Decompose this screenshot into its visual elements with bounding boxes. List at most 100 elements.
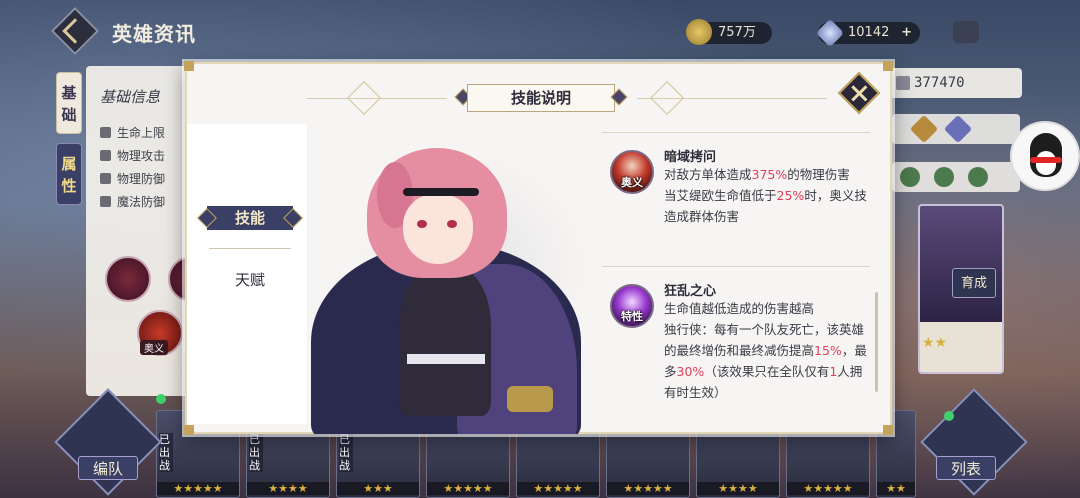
- tab-talent[interactable]: 天赋: [207, 268, 293, 292]
- roster-stars: ★★★: [337, 482, 419, 495]
- combat-power: 377470: [890, 68, 1022, 98]
- deco-diamond: [650, 81, 684, 115]
- roster-stars: ★★★★★: [787, 482, 869, 495]
- tab-divider: [209, 248, 291, 249]
- upgrade-button[interactable]: 育成: [952, 268, 996, 298]
- stat-attack: 物理攻击: [100, 147, 165, 164]
- gem-counter: 10142 +: [815, 18, 920, 48]
- hero-outfit: [399, 266, 491, 416]
- desc-text: 生命值越低造成的伤害越高: [664, 301, 815, 316]
- equip-icon: [900, 167, 920, 187]
- shield-icon: [100, 173, 111, 184]
- ultimate-tag: 奥义: [140, 340, 168, 355]
- close-icon[interactable]: [837, 71, 881, 115]
- desc-highlight: 15%: [814, 343, 842, 358]
- corner-ornament: [883, 425, 893, 435]
- stat-hp: 生命上限: [100, 124, 165, 141]
- team-formation-button[interactable]: 编队: [78, 456, 138, 480]
- chat-icon[interactable]: [953, 21, 979, 43]
- skill-description: 生命值越低造成的伤害越高 独行侠：每有一个队友死亡，该英雄的最终增伤和最终减伤提…: [664, 298, 868, 403]
- back-arrow-icon: [62, 18, 88, 44]
- page-title: 英雄资讯: [112, 22, 196, 46]
- gem-amount: 10142: [848, 25, 890, 40]
- roster-stars: ★★★★★: [607, 482, 689, 495]
- roster-stars: ★★★★: [247, 482, 329, 495]
- hero-belt: [407, 354, 485, 364]
- gold-counter: 757万: [686, 19, 772, 45]
- add-gems-button[interactable]: +: [901, 22, 912, 44]
- skill-description-dialog: 技能说明 技能 天赋 奥义 暗域拷问 对敌方单体造成375%的物理伤害 当艾缇欧…: [184, 61, 893, 435]
- roster-stars: ★★★★★: [157, 482, 239, 495]
- hero-card-stars: ★★: [922, 335, 948, 351]
- dialog-title: 技能说明: [467, 84, 615, 112]
- stat-label: 物理防御: [117, 172, 166, 186]
- skill-entry-trait: 特性 狂乱之心 生命值越低造成的伤害越高 独行侠：每有一个队友死亡，该英雄的最终…: [602, 278, 870, 428]
- skill-name: 狂乱之心: [664, 284, 717, 299]
- gem-icon: [815, 18, 845, 48]
- desc-text: 对敌方单体造成: [664, 167, 752, 182]
- rune-row-1[interactable]: [892, 114, 1020, 144]
- notification-dot: [944, 411, 954, 421]
- tab-attributes[interactable]: 属性: [56, 143, 82, 205]
- book-icon: [934, 167, 954, 187]
- corner-ornament: [184, 61, 194, 71]
- roster-stars: ★★★★★: [427, 482, 509, 495]
- divider: [602, 132, 870, 133]
- basic-info-title: 基础信息: [100, 88, 161, 106]
- deployed-badge: 已出战: [339, 433, 353, 472]
- sword-icon: [100, 150, 111, 161]
- magic-shield-icon: [100, 196, 111, 207]
- list-button[interactable]: 列表: [936, 456, 996, 480]
- hero-artwork: [307, 124, 597, 434]
- hero-eye: [447, 220, 457, 228]
- qq-penguin-icon[interactable]: [1010, 121, 1080, 191]
- desc-text: 当艾缇欧生命值低于: [664, 188, 777, 203]
- gold-amount: 757万: [718, 25, 756, 40]
- tab-basic[interactable]: 基础: [56, 72, 82, 134]
- desc-text: 的物理伤害: [787, 167, 850, 182]
- skill-name: 暗域拷问: [664, 150, 717, 165]
- dialog-title-frame: 技能说明: [454, 82, 628, 114]
- power-icon: [896, 76, 910, 90]
- divider: [602, 266, 870, 267]
- deployed-badge: 已出战: [249, 433, 263, 472]
- desc-highlight: 30%: [676, 364, 705, 379]
- dialog-tab-column: 技能 天赋: [187, 124, 307, 424]
- skill-description: 对敌方单体造成375%的物理伤害 当艾缇欧生命值低于25%时，奥义技造成群体伤害: [664, 164, 868, 227]
- stat-label: 生命上限: [117, 126, 166, 140]
- notification-dot: [156, 394, 166, 404]
- skill-type-tag: 奥义: [621, 176, 643, 189]
- stat-pdef: 物理防御: [100, 170, 165, 187]
- stat-mdef: 魔法防御: [100, 193, 165, 210]
- roster-stars: ★★★★★: [517, 482, 599, 495]
- stat-label: 魔法防御: [117, 195, 166, 209]
- deployed-badge: 已出战: [159, 433, 173, 472]
- penguin-scarf: [1030, 157, 1062, 163]
- heart-icon: [100, 127, 111, 138]
- roster-stars: ★★: [877, 482, 915, 495]
- rune-icon: [943, 114, 973, 144]
- roster-stars: ★★★★: [697, 482, 779, 495]
- desc-highlight: 25%: [776, 188, 805, 203]
- desc-text: （该效果只在全队仅有: [704, 364, 830, 379]
- deco-diamond: [347, 81, 381, 115]
- power-value: 377470: [914, 75, 965, 91]
- back-button[interactable]: [50, 6, 100, 56]
- skill-type-tag: 特性: [621, 310, 643, 323]
- rune-icon: [909, 114, 939, 144]
- skill-entry-ultimate: 奥义 暗域拷问 对敌方单体造成375%的物理伤害 当艾缇欧生命值低于25%时，奥…: [602, 144, 870, 254]
- hero-eye: [417, 220, 427, 228]
- hero-face: [403, 194, 473, 264]
- hero-gauntlet: [507, 386, 553, 412]
- skill-bubble-1[interactable]: [105, 256, 151, 302]
- top-bar: 英雄资讯 757万 10142 +: [0, 0, 1080, 62]
- corner-ornament: [184, 425, 194, 435]
- tab-skill[interactable]: 技能: [207, 206, 293, 230]
- desc-highlight: 375%: [751, 167, 788, 182]
- corner-ornament: [883, 61, 893, 71]
- skill-list: 奥义 暗域拷问 对敌方单体造成375%的物理伤害 当艾缇欧生命值低于25%时，奥…: [602, 132, 872, 428]
- rune-row-2[interactable]: [892, 162, 1020, 192]
- equip-icon: [968, 167, 988, 187]
- skill-list-scrollbar[interactable]: [875, 292, 878, 392]
- penguin-belly: [1036, 151, 1056, 175]
